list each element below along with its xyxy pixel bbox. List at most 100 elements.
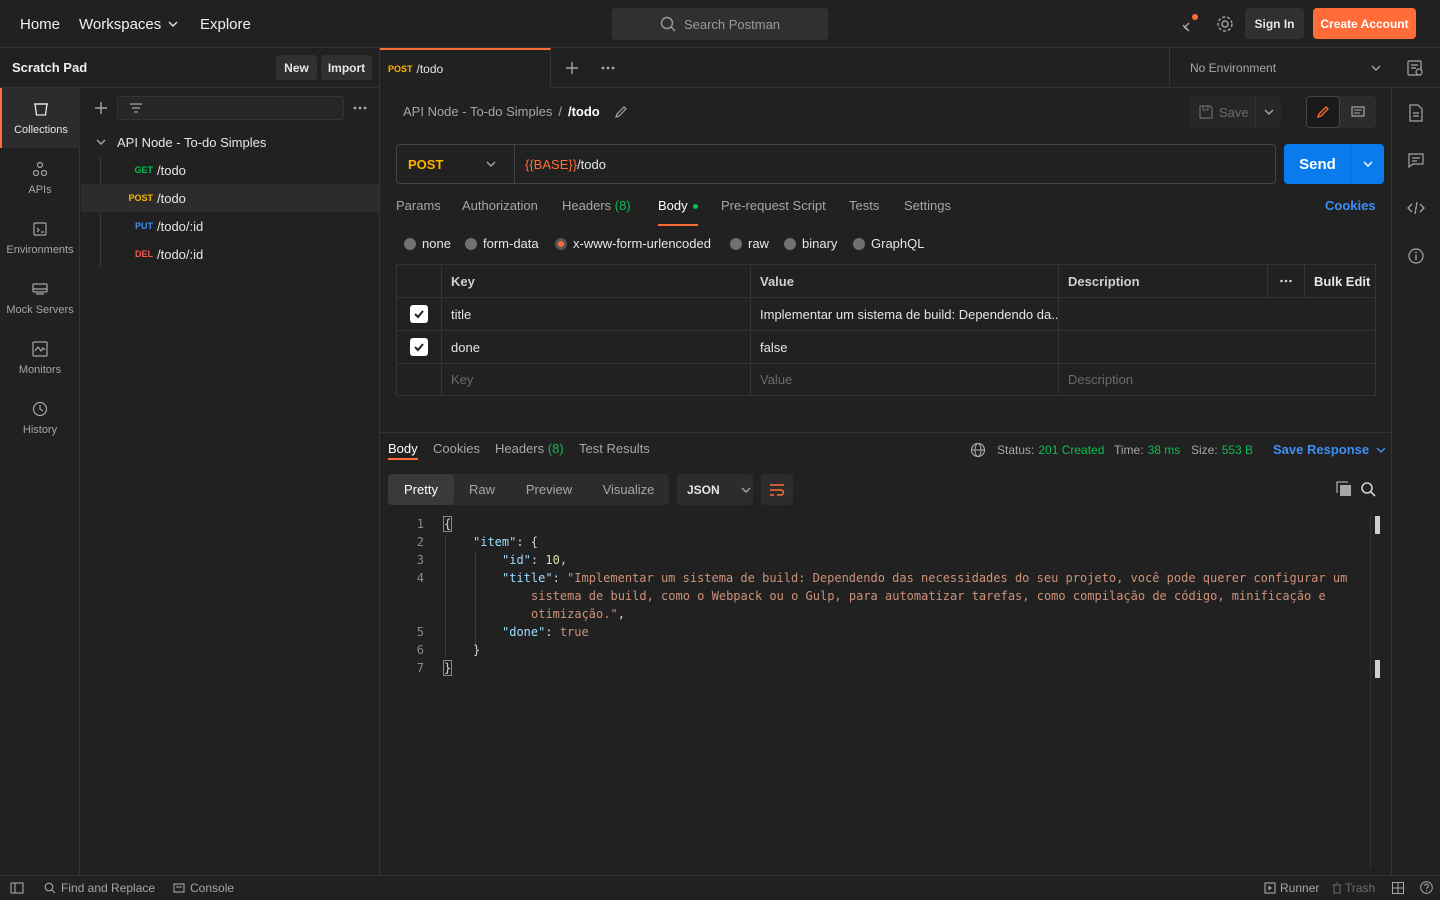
nav-explore[interactable]: Explore [200, 0, 251, 48]
code-icon[interactable] [1407, 200, 1425, 216]
radio-none[interactable]: none [404, 236, 451, 251]
tab-body[interactable]: Body [658, 198, 699, 226]
tab-settings[interactable]: Settings [904, 198, 951, 226]
collection-item[interactable]: API Node - To-do Simples [81, 128, 379, 156]
sign-in-button[interactable]: Sign In [1245, 8, 1304, 39]
toggle-sidebar-icon[interactable] [10, 882, 24, 894]
row-value[interactable]: false [750, 331, 1058, 363]
runner-button[interactable]: Runner [1264, 881, 1319, 895]
rail-apis[interactable]: APIs [0, 148, 80, 208]
more-icon[interactable] [352, 101, 368, 115]
comments-icon[interactable] [1408, 152, 1424, 168]
nav-workspaces[interactable]: Workspaces [79, 0, 179, 48]
gear-icon[interactable] [1215, 14, 1235, 34]
response-tab-test-results[interactable]: Test Results [579, 441, 650, 461]
rail-environments[interactable]: Environments [0, 208, 80, 268]
format-select[interactable]: JSON [677, 474, 753, 505]
satellite-icon[interactable] [1180, 14, 1200, 34]
radio-graphql[interactable]: GraphQL [853, 236, 924, 251]
row-description[interactable] [1058, 331, 1375, 363]
tab-headers[interactable]: Headers (8) [562, 198, 631, 226]
view-preview[interactable]: Preview [510, 474, 588, 505]
rail-monitors[interactable]: Monitors [0, 328, 80, 388]
row-key[interactable]: done [441, 331, 750, 363]
new-tab-icon[interactable] [563, 59, 581, 77]
method-select[interactable]: POST [397, 145, 515, 183]
console-button[interactable]: Console [173, 881, 234, 895]
row-value[interactable]: Implementar um sistema de build: Depende… [750, 298, 1058, 330]
edit-mode-button[interactable] [1306, 96, 1340, 128]
status-value[interactable]: 201 Created [1038, 443, 1104, 457]
row-key[interactable]: title [441, 298, 750, 330]
add-collection-icon[interactable] [92, 99, 110, 117]
size-value[interactable]: 553 B [1222, 443, 1253, 457]
edit-icon[interactable] [614, 105, 628, 119]
indent-guide [475, 551, 476, 649]
value-placeholder[interactable]: Value [750, 364, 1058, 395]
help-icon[interactable] [1420, 881, 1433, 894]
documentation-icon[interactable] [1408, 104, 1424, 122]
row-description[interactable] [1058, 298, 1375, 330]
request-item-post-todo[interactable]: POST /todo [81, 184, 379, 212]
nav-home[interactable]: Home [20, 0, 60, 48]
row-checkbox[interactable] [397, 331, 441, 363]
filter-input[interactable] [117, 96, 344, 120]
globe-icon[interactable] [970, 442, 986, 458]
radio-x-www-form-urlencoded[interactable]: x-www-form-urlencoded [555, 236, 711, 251]
copy-icon[interactable] [1336, 481, 1352, 497]
radio-binary[interactable]: binary [784, 236, 837, 251]
rail-history[interactable]: History [0, 388, 80, 448]
chevron-down-icon[interactable] [1352, 158, 1384, 170]
tab-params[interactable]: Params [396, 198, 441, 226]
cookies-link[interactable]: Cookies [1325, 198, 1376, 226]
save-response-button[interactable]: Save Response [1273, 442, 1387, 457]
search-input[interactable]: Search Postman [612, 8, 828, 40]
tab-post-todo[interactable]: POST /todo [380, 48, 551, 88]
view-pretty[interactable]: Pretty [388, 474, 454, 505]
response-time: Time: 38 ms [1114, 443, 1180, 457]
save-button[interactable]: Save [1189, 96, 1281, 128]
request-item-get-todo[interactable]: GET /todo [81, 156, 379, 184]
tab-tests[interactable]: Tests [849, 198, 879, 226]
new-button[interactable]: New [276, 55, 317, 80]
response-tab-cookies[interactable]: Cookies [433, 441, 480, 461]
view-raw[interactable]: Raw [454, 474, 510, 505]
tab-authorization[interactable]: Authorization [462, 198, 538, 226]
trash-button[interactable]: Trash [1332, 881, 1375, 895]
code-string-wrap: sistema de build, como o Webpack ou o Gu… [531, 589, 1326, 603]
save-icon [1199, 105, 1213, 119]
two-pane-icon[interactable] [1392, 882, 1404, 894]
wrap-lines-icon[interactable] [761, 474, 793, 505]
response-divider[interactable] [380, 432, 1391, 433]
radio-form-data[interactable]: form-data [465, 236, 539, 251]
scrollbar-thumb[interactable] [1375, 516, 1380, 534]
description-placeholder[interactable]: Description [1058, 364, 1375, 395]
tab-options-icon[interactable] [600, 61, 616, 75]
key-placeholder[interactable]: Key [441, 364, 750, 395]
comment-mode-button[interactable] [1340, 96, 1376, 128]
send-button[interactable]: Send [1284, 144, 1384, 184]
info-icon[interactable] [1408, 248, 1424, 264]
line-number: 7 [416, 661, 424, 675]
rail-collections[interactable]: Collections [0, 88, 80, 148]
environment-select[interactable]: No Environment [1169, 48, 1391, 88]
create-account-button[interactable]: Create Account [1313, 8, 1416, 39]
import-button[interactable]: Import [321, 55, 372, 80]
time-value[interactable]: 38 ms [1148, 443, 1181, 457]
request-item-put-todo-id[interactable]: PUT /todo/:id [81, 212, 379, 240]
breadcrumb-collection[interactable]: API Node - To-do Simples [403, 104, 552, 119]
url-input[interactable]: {{BASE}}/todo [515, 157, 606, 172]
request-item-del-todo-id[interactable]: DEL /todo/:id [81, 240, 379, 268]
response-tab-body[interactable]: Body [388, 441, 418, 460]
tab-pre-request-script[interactable]: Pre-request Script [721, 198, 826, 226]
search-response-icon[interactable] [1360, 481, 1376, 497]
radio-raw[interactable]: raw [730, 236, 769, 251]
response-tab-headers[interactable]: Headers (8) [495, 441, 564, 461]
view-visualize[interactable]: Visualize [588, 474, 669, 505]
environment-quick-look-icon[interactable] [1406, 59, 1424, 77]
rail-mock-servers[interactable]: Mock Servers [0, 268, 80, 328]
find-replace-button[interactable]: Find and Replace [44, 881, 155, 895]
bulk-edit-button[interactable]: Bulk Edit [1304, 265, 1375, 297]
row-checkbox[interactable] [397, 298, 441, 330]
table-options-icon[interactable] [1267, 265, 1304, 297]
